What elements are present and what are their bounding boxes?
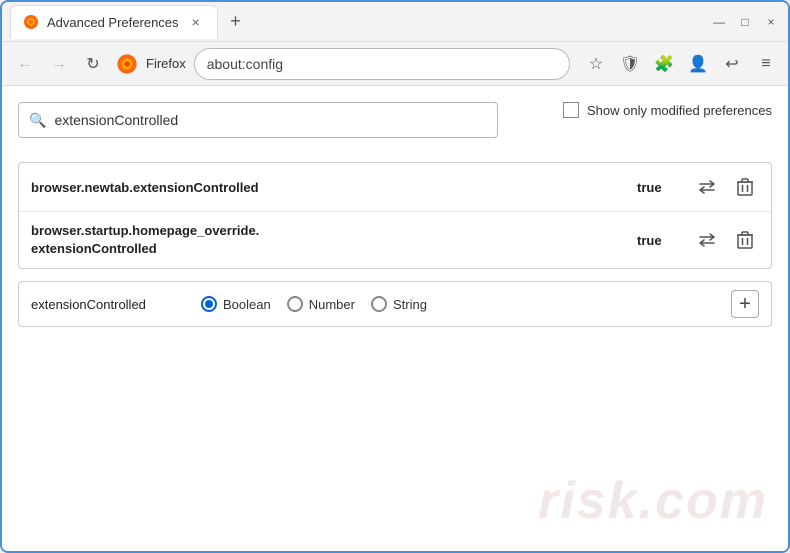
show-modified-container: Show only modified preferences	[563, 102, 772, 118]
bookmark-icon[interactable]: ☆	[582, 50, 610, 78]
firefox-logo	[116, 53, 138, 75]
search-bar[interactable]: 🔍	[18, 102, 498, 138]
watermark: risk.com	[538, 471, 768, 531]
pref-name-line1: browser.startup.homepage_override.	[31, 223, 259, 238]
new-tab-button[interactable]: +	[222, 8, 250, 36]
forward-button[interactable]: →	[44, 49, 74, 79]
radio-inner-boolean	[205, 300, 213, 308]
search-input[interactable]	[54, 112, 487, 128]
address-bar[interactable]: about:config	[194, 48, 570, 80]
minimize-button[interactable]: —	[710, 13, 728, 31]
radio-label-boolean: Boolean	[223, 297, 271, 312]
table-row: browser.newtab.extensionControlled true	[19, 163, 771, 212]
search-icon: 🔍	[29, 112, 46, 129]
toggle-button[interactable]	[693, 226, 721, 254]
add-preference-row: extensionControlled Boolean Number	[18, 281, 772, 327]
radio-number[interactable]: Number	[287, 296, 355, 312]
delete-icon	[737, 231, 753, 249]
content-area: 🔍 Show only modified preferences browser…	[2, 86, 788, 551]
radio-string[interactable]: String	[371, 296, 427, 312]
pref-value: true	[637, 233, 677, 248]
delete-button[interactable]	[731, 226, 759, 254]
radio-label-number: Number	[309, 297, 355, 312]
nav-bar: ← → ↻ Firefox about:config ☆ 🛡 🧩 👤 ↩ ≡	[2, 42, 788, 86]
add-pref-name: extensionControlled	[31, 297, 181, 312]
window-controls: — □ ×	[710, 13, 780, 31]
back-button[interactable]: ←	[10, 49, 40, 79]
browser-window: Advanced Preferences × + — □ × ← → ↻ Fir…	[0, 0, 790, 553]
radio-circle-string	[371, 296, 387, 312]
transfer-icon	[698, 180, 716, 194]
preferences-table: browser.newtab.extensionControlled true	[18, 162, 772, 269]
add-preference-button[interactable]: +	[731, 290, 759, 318]
table-row: browser.startup.homepage_override. exten…	[19, 212, 771, 268]
shield-icon[interactable]: 🛡	[616, 50, 644, 78]
nav-icons: ☆ 🛡 🧩 👤 ↩ ≡	[582, 50, 780, 78]
pref-name-multiline: browser.startup.homepage_override. exten…	[31, 222, 637, 258]
toggle-button[interactable]	[693, 173, 721, 201]
profile-icon[interactable]: 👤	[684, 50, 712, 78]
show-modified-checkbox[interactable]	[563, 102, 579, 118]
radio-label-string: String	[393, 297, 427, 312]
title-bar: Advanced Preferences × + — □ ×	[2, 2, 788, 42]
maximize-button[interactable]: □	[736, 13, 754, 31]
pref-actions	[693, 173, 759, 201]
delete-icon	[737, 178, 753, 196]
firefox-label: Firefox	[146, 56, 186, 71]
extension-icon[interactable]: 🧩	[650, 50, 678, 78]
pref-name: browser.newtab.extensionControlled	[31, 180, 637, 195]
delete-button[interactable]	[731, 173, 759, 201]
radio-circle-boolean	[201, 296, 217, 312]
show-modified-label: Show only modified preferences	[587, 103, 772, 118]
pref-name-line2: extensionControlled	[31, 241, 157, 256]
radio-circle-number	[287, 296, 303, 312]
pref-value: true	[637, 180, 677, 195]
radio-group: Boolean Number String	[201, 296, 427, 312]
close-window-button[interactable]: ×	[762, 13, 780, 31]
tab-title: Advanced Preferences	[47, 15, 179, 30]
reload-button[interactable]: ↻	[78, 49, 108, 79]
tab-favicon	[23, 14, 39, 30]
active-tab[interactable]: Advanced Preferences ×	[10, 5, 218, 39]
history-icon[interactable]: ↩	[718, 50, 746, 78]
menu-icon[interactable]: ≡	[752, 50, 780, 78]
tab-close-button[interactable]: ×	[187, 13, 205, 31]
transfer-icon	[698, 233, 716, 247]
address-text: about:config	[207, 56, 283, 72]
radio-boolean[interactable]: Boolean	[201, 296, 271, 312]
pref-actions	[693, 226, 759, 254]
